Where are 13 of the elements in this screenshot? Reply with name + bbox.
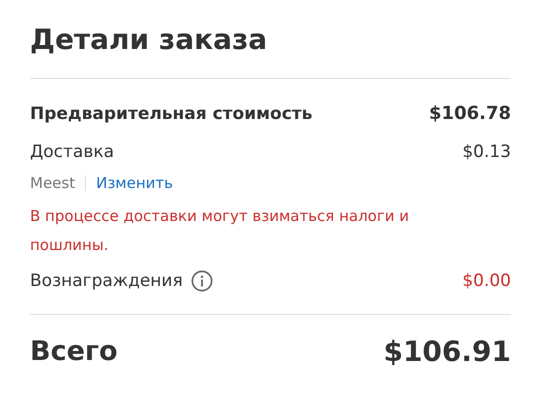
order-details-title: Детали заказа: [30, 22, 268, 58]
total-value: $106.91: [383, 335, 511, 368]
carrier-name: Meest: [30, 174, 76, 192]
total-label: Всего: [30, 336, 118, 367]
tax-notice: В процессе доставки могут взиматься налоги и пошлины.: [30, 206, 410, 256]
rewards-label: Вознаграждения: [30, 271, 183, 291]
info-icon[interactable]: [190, 270, 213, 292]
shipping-label: Доставка: [30, 142, 114, 162]
shipping-value: $0.13: [462, 142, 511, 162]
rewards-value: $0.00: [462, 271, 511, 291]
subtotal-label: Предварительная стоимость: [30, 104, 312, 124]
change-link[interactable]: Изменить: [96, 174, 173, 192]
subtotal-value: $106.78: [429, 103, 511, 124]
